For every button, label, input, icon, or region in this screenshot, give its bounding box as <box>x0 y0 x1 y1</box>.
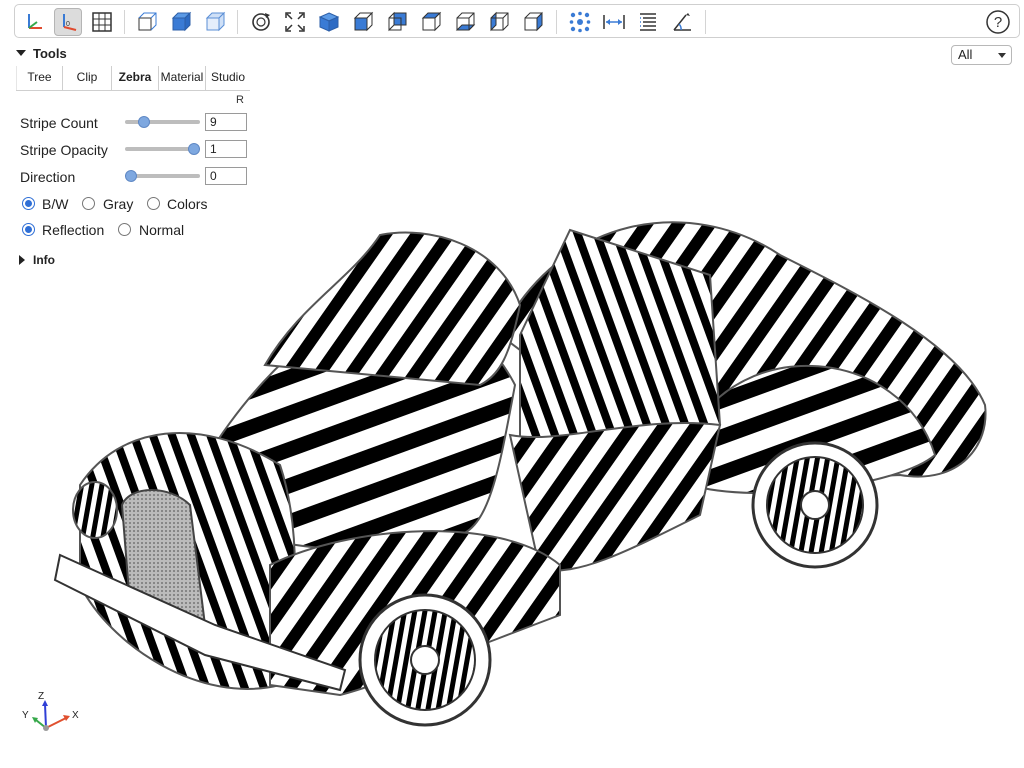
right-view-icon[interactable] <box>519 8 547 36</box>
tab-tree[interactable]: Tree <box>16 66 63 90</box>
direction-slider[interactable] <box>125 170 200 182</box>
svg-text:?: ? <box>994 14 1002 31</box>
stripe-opacity-label: Stripe Opacity <box>20 142 108 158</box>
axes-origin-icon[interactable]: 0 <box>54 8 82 36</box>
distance-measure-icon[interactable] <box>600 8 628 36</box>
axis-z-label: Z <box>38 691 45 702</box>
toolbar-separator <box>556 10 557 34</box>
stripe-opacity-slider[interactable] <box>125 143 200 155</box>
reset-view-icon[interactable] <box>247 8 275 36</box>
transparent-icon[interactable] <box>167 8 195 36</box>
axes-icon[interactable] <box>20 8 48 36</box>
perspective-icon[interactable] <box>133 8 161 36</box>
tab-material[interactable]: Material <box>159 66 206 90</box>
collapse-icon[interactable] <box>16 50 26 56</box>
stripe-count-input[interactable]: 9 <box>205 113 247 131</box>
svg-text:0: 0 <box>66 21 70 28</box>
explode-icon[interactable] <box>566 8 594 36</box>
stripe-count-slider[interactable] <box>125 116 200 128</box>
orientation-gizmo: Z Y X <box>18 690 88 740</box>
iso-view-icon[interactable] <box>315 8 343 36</box>
direction-label: Direction <box>20 169 76 185</box>
grid-icon[interactable] <box>88 8 116 36</box>
left-view-icon[interactable] <box>485 8 513 36</box>
stripe-count-thumb[interactable] <box>137 116 150 128</box>
view-select-value: All <box>958 47 973 62</box>
view-select[interactable]: All <box>951 45 1012 65</box>
properties-icon[interactable] <box>634 8 662 36</box>
tools-title[interactable]: Tools <box>33 46 67 61</box>
stripe-opacity-input[interactable]: 1 <box>205 140 247 158</box>
chevron-down-icon <box>998 53 1006 58</box>
fit-view-icon[interactable] <box>281 8 309 36</box>
tab-zebra[interactable]: Zebra <box>112 66 159 90</box>
car-model <box>53 221 987 727</box>
tab-clip[interactable]: Clip <box>63 66 112 90</box>
axis-x-label: X <box>72 710 79 721</box>
rear-view-icon[interactable] <box>383 8 411 36</box>
tool-tabs: Tree Clip Zebra Material Studio <box>16 66 250 91</box>
toolbar-separator <box>124 10 125 34</box>
angle-measure-icon[interactable] <box>668 8 696 36</box>
direction-thumb[interactable] <box>125 170 137 182</box>
front-view-icon[interactable] <box>349 8 377 36</box>
direction-input[interactable]: 0 <box>205 167 247 185</box>
tab-studio[interactable]: Studio <box>206 66 250 90</box>
toolbar-separator <box>237 10 238 34</box>
stripe-opacity-thumb[interactable] <box>188 143 200 155</box>
blackedges-icon[interactable] <box>201 8 229 36</box>
top-view-icon[interactable] <box>417 8 445 36</box>
axis-y-label: Y <box>22 710 29 721</box>
help-icon[interactable]: ? <box>985 9 1011 35</box>
toolbar: 0 ? <box>14 4 1020 38</box>
viewport-3d[interactable] <box>0 185 1024 768</box>
bottom-view-icon[interactable] <box>451 8 479 36</box>
stripe-count-label: Stripe Count <box>20 115 98 131</box>
toolbar-separator <box>705 10 706 34</box>
reset-button[interactable]: R <box>236 94 244 106</box>
